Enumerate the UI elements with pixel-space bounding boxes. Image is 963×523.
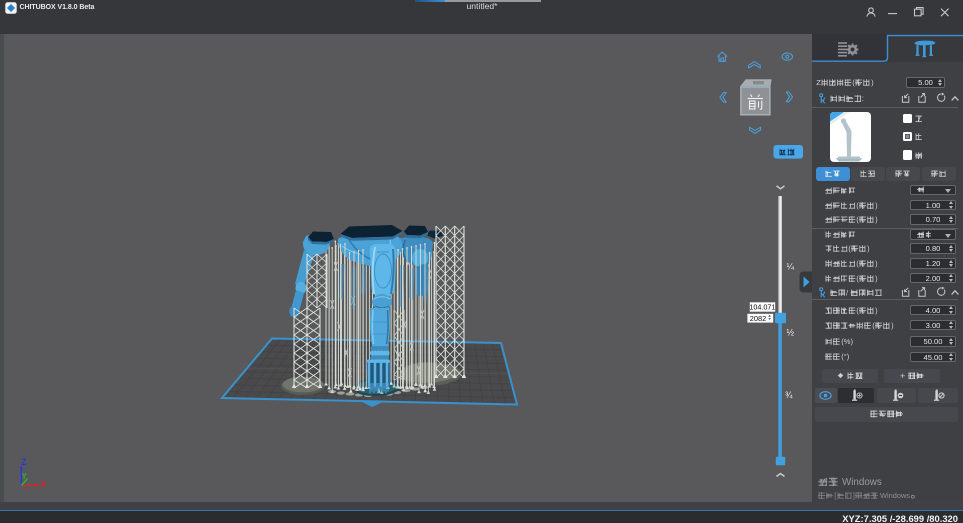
- svg-text:Y: Y: [22, 472, 28, 481]
- svg-text:104.071: 104.071: [749, 303, 775, 312]
- svg-text:/: /: [846, 288, 849, 297]
- svg-text:Z: Z: [21, 457, 27, 467]
- svg-text:X: X: [41, 480, 47, 489]
- svg-text:2082: 2082: [750, 314, 766, 323]
- svg-text:¾: ¾: [785, 390, 793, 400]
- svg-text:¼: ¼: [787, 262, 795, 272]
- svg-text:½: ½: [787, 328, 795, 338]
